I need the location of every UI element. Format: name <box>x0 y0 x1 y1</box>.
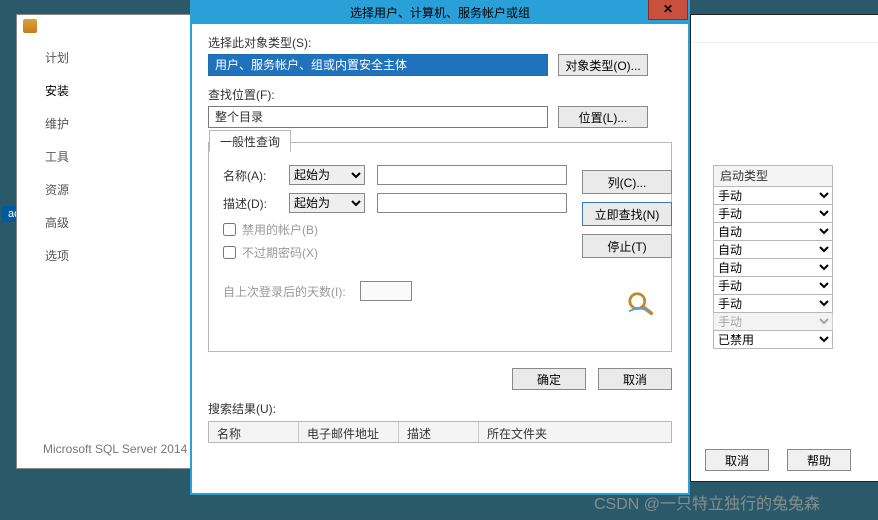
object-type-value[interactable]: 用户、服务帐户、组或内置安全主体 <box>208 54 548 76</box>
bg-window-titlebar: ‒ □ × <box>691 15 878 43</box>
bg-cancel-button[interactable]: 取消 <box>705 449 769 471</box>
no-expire-checkbox[interactable] <box>223 246 236 259</box>
startup-select-4[interactable]: 自动 <box>713 258 833 277</box>
days-since-logon-input[interactable] <box>360 281 412 301</box>
results-col-email[interactable]: 电子邮件地址 <box>299 422 399 442</box>
sql-nav-plan[interactable]: 计划 <box>45 49 69 66</box>
stop-button[interactable]: 停止(T) <box>582 234 672 258</box>
name-label: 名称(A): <box>223 167 277 184</box>
startup-select-3[interactable]: 自动 <box>713 240 833 259</box>
dialog-titlebar[interactable]: 选择用户、计算机、服务帐户或组 ✕ <box>192 0 688 24</box>
sql-window-icon <box>23 19 37 33</box>
location-button[interactable]: 位置(L)... <box>558 106 648 128</box>
cancel-button[interactable]: 取消 <box>598 368 672 390</box>
startup-select-2[interactable]: 自动 <box>713 222 833 241</box>
general-query-tab[interactable]: 一般性查询 <box>209 130 291 152</box>
name-op-select[interactable]: 起始为 <box>289 165 365 185</box>
select-users-dialog: 选择用户、计算机、服务帐户或组 ✕ 选择此对象类型(S): 用户、服务帐户、组或… <box>190 0 690 495</box>
startup-type-header[interactable]: 启动类型 <box>713 165 833 187</box>
disabled-accounts-label: 禁用的帐户(B) <box>242 221 318 238</box>
find-now-button[interactable]: 立即查找(N) <box>582 202 672 226</box>
background-config-window: ‒ □ × 启动类型 手动 手动 自动 自动 自动 手动 手动 手动 已禁用 取… <box>690 14 878 482</box>
sql-nav-advanced[interactable]: 高级 <box>45 214 69 231</box>
columns-button[interactable]: 列(C)... <box>582 170 672 194</box>
startup-select-1[interactable]: 手动 <box>713 204 833 223</box>
location-label: 查找位置(F): <box>208 86 672 103</box>
desc-input[interactable] <box>377 193 567 213</box>
search-icon <box>626 290 656 316</box>
startup-type-column: 启动类型 手动 手动 自动 自动 自动 手动 手动 手动 已禁用 <box>713 165 833 349</box>
results-col-desc[interactable]: 描述 <box>399 422 479 442</box>
startup-select-5[interactable]: 手动 <box>713 276 833 295</box>
name-input[interactable] <box>377 165 567 185</box>
days-since-logon-label: 自上次登录后的天数(I): <box>223 283 346 300</box>
startup-select-0[interactable]: 手动 <box>713 186 833 205</box>
results-col-name[interactable]: 名称 <box>209 422 299 442</box>
dialog-close-button[interactable]: ✕ <box>648 0 688 20</box>
results-header[interactable]: 名称 电子邮件地址 描述 所在文件夹 <box>208 421 672 443</box>
location-value[interactable]: 整个目录 <box>208 106 548 128</box>
startup-select-7: 手动 <box>713 312 833 331</box>
no-expire-label: 不过期密码(X) <box>242 244 318 261</box>
startup-select-8[interactable]: 已禁用 <box>713 330 833 349</box>
results-col-folder[interactable]: 所在文件夹 <box>479 422 671 442</box>
sql-nav: 计划 安装 维护 工具 资源 高级 选项 <box>45 49 69 264</box>
sql-nav-install[interactable]: 安装 <box>45 82 69 99</box>
desc-label: 描述(D): <box>223 195 277 212</box>
results-label: 搜索结果(U): <box>208 400 672 417</box>
sql-installer-window: 计划 安装 维护 工具 资源 高级 选项 Microsoft SQL Serve… <box>16 14 191 469</box>
sql-nav-options[interactable]: 选项 <box>45 247 69 264</box>
startup-select-6[interactable]: 手动 <box>713 294 833 313</box>
sql-nav-resources[interactable]: 资源 <box>45 181 69 198</box>
bg-help-button[interactable]: 帮助 <box>787 449 851 471</box>
disabled-accounts-checkbox[interactable] <box>223 223 236 236</box>
csdn-watermark: CSDN @一只特立独行的兔兔森 <box>594 490 820 514</box>
desc-op-select[interactable]: 起始为 <box>289 193 365 213</box>
sql-nav-maintain[interactable]: 维护 <box>45 115 69 132</box>
dialog-title: 选择用户、计算机、服务帐户或组 <box>192 4 688 21</box>
object-type-label: 选择此对象类型(S): <box>208 34 672 51</box>
ok-button[interactable]: 确定 <box>512 368 586 390</box>
sql-nav-tools[interactable]: 工具 <box>45 148 69 165</box>
dialog-content: 选择此对象类型(S): 用户、服务帐户、组或内置安全主体 对象类型(O)... … <box>208 34 672 483</box>
sql-brand-label: Microsoft SQL Server 2014 <box>43 442 187 456</box>
object-type-button[interactable]: 对象类型(O)... <box>558 54 648 76</box>
